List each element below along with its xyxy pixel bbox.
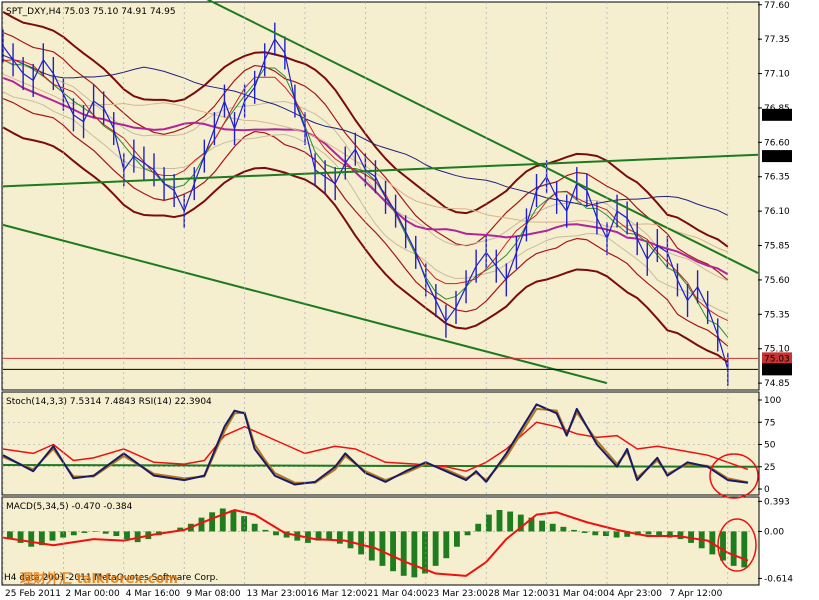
macd-hist-bar: [81, 531, 88, 533]
macd-hist-bar: [443, 531, 450, 559]
hline-label-text: 75.03: [764, 354, 790, 364]
macd-hist-bar: [326, 531, 333, 540]
macd-hist-bar: [422, 531, 428, 574]
hline-label-text: 74.95: [764, 365, 790, 375]
macd-panel-title: MACD(5,34,5) -0.470 -0.384: [6, 502, 133, 512]
x-axis-label: 4 Apr 23:00: [609, 589, 662, 599]
macd-hist-bar: [251, 523, 258, 532]
x-axis-label: 28 Mar 12:00: [488, 589, 548, 599]
macd-hist-bar: [741, 531, 748, 568]
price-tick-label: 76.35: [764, 173, 790, 183]
price-tick-label: 75.35: [764, 310, 790, 320]
price-tick-label: 76.60: [764, 138, 790, 148]
macd-hist-bar: [219, 508, 226, 532]
macd-hist-bar: [230, 510, 237, 532]
macd-hist-bar: [336, 531, 343, 544]
macd-hist-bar: [273, 531, 279, 536]
stoch-tick-label: 100: [764, 396, 781, 406]
x-axis-label: 4 Mar 16:00: [126, 589, 181, 599]
macd-hist-bar: [464, 531, 471, 536]
macd-hist-bar: [496, 510, 503, 532]
macd-hist-bar: [560, 526, 567, 532]
macd-tick-label: -0.614: [764, 574, 793, 584]
price-tick-label: 75.60: [764, 276, 790, 286]
price-tick-label: 77.35: [764, 35, 790, 45]
stoch-tick-label: 50: [764, 441, 776, 451]
x-axis-label: 7 Apr 12:00: [669, 589, 722, 599]
x-axis-label: 13 Mar 23:00: [247, 589, 307, 599]
x-axis-label: 31 Mar 04:00: [549, 589, 609, 599]
macd-hist-bar: [262, 529, 269, 532]
x-axis-label: 21 Mar 04:00: [367, 589, 427, 599]
price-tick-label: 77.10: [764, 70, 790, 80]
macd-tick-label: 0.00: [764, 527, 784, 537]
stoch-panel-title: Stoch(14,3,3) 7.5314 7.4843 RSI(14) 22.3…: [6, 397, 212, 407]
macd-hist-bar: [347, 531, 354, 549]
macd-hist-bar: [720, 531, 726, 561]
macd-hist-bar: [485, 514, 492, 532]
macd-hist-bar: [645, 531, 652, 535]
macd-hist-bar: [358, 531, 365, 555]
price-tick-label: 75.85: [764, 242, 790, 252]
price-tick-label: 76.10: [764, 207, 790, 217]
macd-hist-bar: [92, 531, 98, 532]
hline-label-text: 76.50: [764, 152, 790, 162]
macd-hist-bar: [411, 531, 418, 578]
price-tick-label: 77.60: [764, 1, 790, 11]
macd-hist-bar: [730, 531, 737, 566]
stoch-tick-label: 75: [764, 418, 775, 428]
main-panel-title: SPT_DXY,H4 75.03 75.10 74.91 74.95: [6, 7, 176, 17]
x-axis-label: 16 Mar 12:00: [307, 589, 367, 599]
macd-hist-bar: [507, 511, 514, 532]
x-axis-label: 23 Mar 23:00: [428, 589, 488, 599]
stoch-tick-label: 0: [764, 485, 770, 495]
stoch-tick-label: 25: [764, 463, 775, 473]
hline-label-text: 76.80: [764, 111, 790, 121]
macd-hist-bar: [102, 531, 109, 534]
x-axis-label: 25 Feb 2011: [5, 589, 61, 599]
price-tick-label: 74.85: [764, 379, 790, 389]
macd-hist-bar: [241, 516, 247, 532]
macd-hist-bar: [581, 531, 588, 533]
x-axis-label: 9 Mar 08:00: [186, 589, 241, 599]
macd-tick-label: 0.393: [764, 497, 790, 507]
macd-hist-bar: [549, 523, 556, 532]
chart-window: 77.6077.3577.1076.8576.6076.3576.1075.85…: [0, 0, 819, 600]
macd-hist-bar: [28, 531, 35, 547]
macd-hist-bar: [400, 531, 407, 576]
macd-hist-bar: [475, 523, 482, 532]
price-chart[interactable]: 77.6077.3577.1076.8576.6076.3576.1075.85…: [0, 0, 819, 600]
macd-hist-bar: [379, 531, 386, 566]
macd-hist-bar: [390, 531, 396, 572]
macd-hist-bar: [70, 531, 77, 536]
macd-hist-bar: [432, 531, 439, 566]
macd-hist-bar: [113, 531, 120, 537]
macd-hist-bar: [454, 531, 460, 547]
watermark: 理财外汇 talkforex.com: [20, 571, 178, 587]
macd-hist-bar: [49, 531, 56, 541]
x-axis-label: 2 Mar 00:00: [65, 589, 120, 599]
macd-hist-bar: [592, 531, 599, 536]
macd-hist-bar: [539, 520, 545, 532]
macd-hist-bar: [124, 531, 130, 540]
macd-hist-bar: [603, 531, 609, 537]
macd-hist-bar: [571, 529, 577, 532]
macd-hist-bar: [209, 512, 216, 532]
macd-hist-bar: [613, 531, 620, 538]
